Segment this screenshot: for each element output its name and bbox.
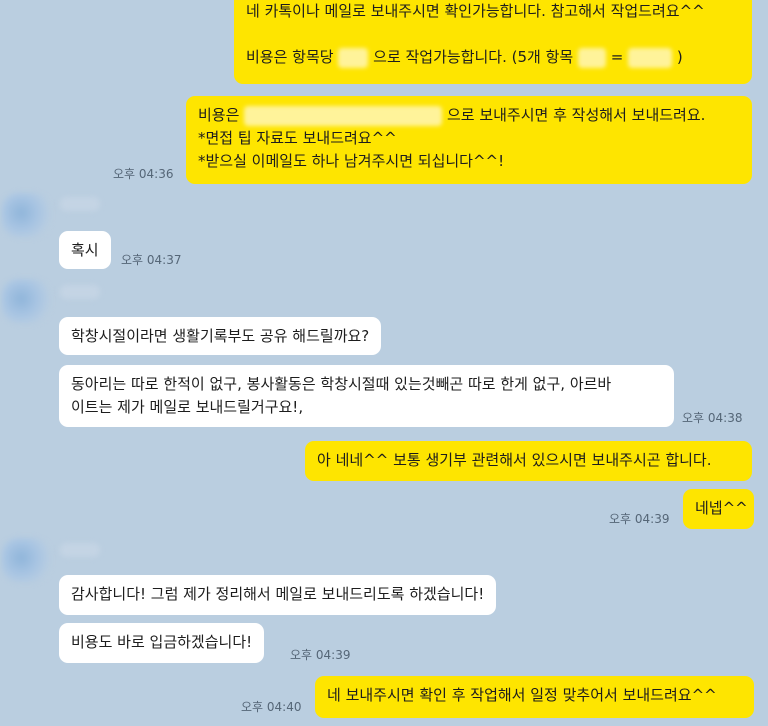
sender-avatar[interactable]: [2, 538, 50, 582]
message-timestamp: 오후 04:38: [682, 411, 743, 425]
redacted-amount: [628, 47, 673, 68]
message-text: 감사합니다! 그럼 제가 정리해서 메일로 보내드리도록 하겠습니다!: [71, 585, 485, 603]
message-text: 동아리는 따로 한적이 없구, 봉사활동은 학창시절때 있는것빼곤 따로 한게 …: [71, 375, 612, 393]
other-message-bubble[interactable]: 학창시절이라면 생활기록부도 공유 해드릴까요?: [59, 317, 382, 355]
message-timestamp: 오후 04:36: [113, 167, 174, 181]
sender-name: [60, 543, 100, 557]
message-timestamp: 오후 04:39: [290, 648, 351, 662]
message-text: 네넵^^: [695, 499, 748, 517]
other-message-bubble[interactable]: 동아리는 따로 한적이 없구, 봉사활동은 학창시절때 있는것빼곤 따로 한게 …: [59, 365, 674, 427]
message-text: 비용은 항목당: [246, 48, 334, 66]
my-message-bubble[interactable]: 네 카톡이나 메일로 보내주시면 확인가능합니다. 참고해서 작업드려요^^ 비…: [234, 0, 752, 84]
message-text-line: 비용은 으로 보내주시면 후 작성해서 보내드려요.: [198, 104, 740, 127]
message-text: 네 보내주시면 확인 후 작업해서 일정 맞추어서 보내드려요^^: [327, 686, 717, 704]
redacted-amount: [244, 105, 443, 126]
my-message-bubble[interactable]: 아 네네^^ 보통 생기부 관련해서 있으시면 보내주시곤 합니다.: [305, 441, 752, 481]
other-message-bubble[interactable]: 비용도 바로 입금하겠습니다!: [59, 623, 265, 663]
message-text: 으로 보내주시면 후 작성해서 보내드려요.: [446, 106, 706, 124]
message-text: 학창시절이라면 생활기록부도 공유 해드릴까요?: [71, 327, 370, 345]
redacted-amount: [338, 47, 369, 68]
message-timestamp: 오후 04:37: [121, 253, 182, 267]
message-text: 혹시: [71, 241, 99, 259]
message-text: 네 카톡이나 메일로 보내주시면 확인가능합니다. 참고해서 작업드려요^^: [246, 2, 705, 20]
sender-name: [60, 197, 100, 211]
message-text: ): [676, 48, 683, 66]
other-message-bubble[interactable]: 감사합니다! 그럼 제가 정리해서 메일로 보내드리도록 하겠습니다!: [59, 575, 497, 615]
message-text: 비용은: [198, 106, 240, 124]
sender-name: [60, 285, 100, 299]
message-text: 이트는 제가 메일로 보내드릴거구요!,: [71, 398, 304, 416]
message-text-line: 비용은 항목당 으로 작업가능합니다. (5개 항목 = ): [246, 46, 740, 69]
sender-avatar[interactable]: [2, 279, 50, 323]
my-message-bubble[interactable]: 네넵^^: [683, 489, 754, 529]
message-text: *면접 팁 자료도 보내드려요^^: [198, 129, 397, 147]
sender-avatar[interactable]: [2, 193, 50, 237]
message-timestamp: 오후 04:39: [609, 512, 670, 526]
message-timestamp: 오후 04:40: [241, 700, 302, 714]
redacted-amount: [578, 47, 606, 68]
message-text: 비용도 바로 입금하겠습니다!: [71, 633, 253, 651]
my-message-bubble[interactable]: 네 보내주시면 확인 후 작업해서 일정 맞추어서 보내드려요^^: [315, 676, 754, 718]
message-text: =: [610, 48, 624, 66]
my-message-bubble[interactable]: 비용은 으로 보내주시면 후 작성해서 보내드려요. *면접 팁 자료도 보내드…: [186, 96, 752, 184]
other-message-bubble[interactable]: 혹시: [59, 231, 111, 269]
message-text: *받으실 이메일도 하나 남겨주시면 되십니다^^!: [198, 152, 505, 170]
message-text: 으로 작업가능합니다. (5개 항목: [373, 48, 574, 66]
message-text: 아 네네^^ 보통 생기부 관련해서 있으시면 보내주시곤 합니다.: [317, 451, 712, 469]
